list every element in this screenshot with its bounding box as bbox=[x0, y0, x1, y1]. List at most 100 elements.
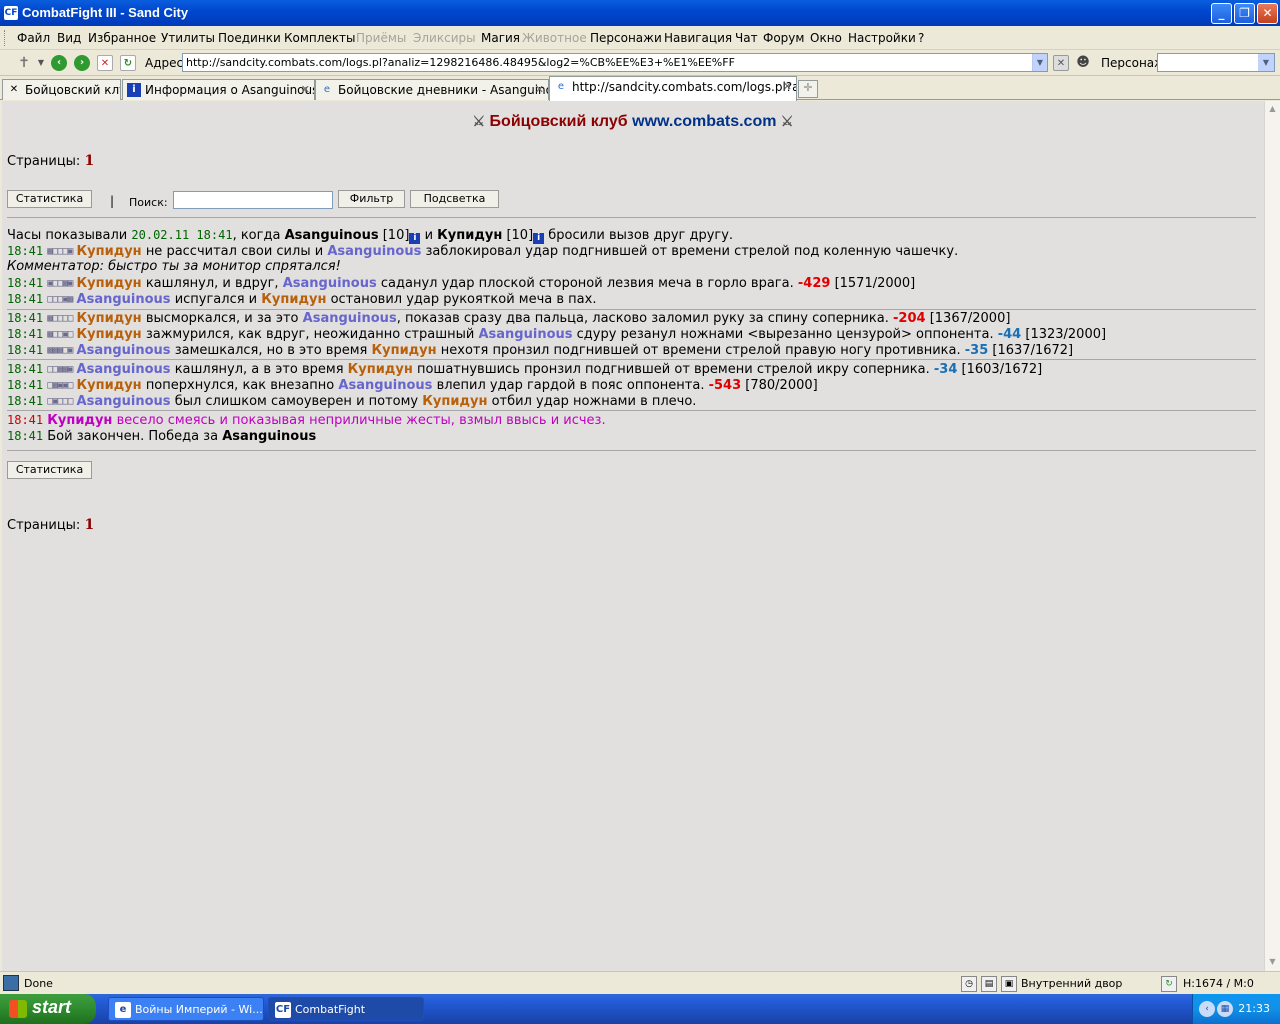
menu-chat[interactable]: Чат bbox=[735, 31, 758, 45]
fighter-kupidun[interactable]: Купидун bbox=[77, 244, 142, 259]
back-icon[interactable]: ‹ bbox=[51, 55, 67, 71]
stats-button[interactable]: Статистика bbox=[7, 190, 92, 208]
page-number[interactable]: 1 bbox=[84, 517, 94, 533]
fighter-kupidun[interactable]: Купидун bbox=[77, 327, 142, 342]
people-icon[interactable]: ☻ bbox=[1075, 55, 1091, 71]
log-text: бросили вызов друг другу. bbox=[548, 228, 734, 243]
fighter-kupidun[interactable]: Купидун bbox=[348, 362, 413, 377]
map-icon[interactable]: ▣ bbox=[1001, 976, 1017, 992]
fighter-asanguinous[interactable]: Asanguinous bbox=[303, 311, 397, 326]
banner-site-link[interactable]: www.combats.com bbox=[632, 113, 776, 130]
toolbar-grip[interactable] bbox=[4, 30, 7, 46]
chevron-down-icon[interactable]: ▼ bbox=[33, 55, 49, 71]
menu-elixirs: Эликсиры bbox=[413, 31, 476, 45]
address-dropdown-icon[interactable]: ▼ bbox=[1032, 54, 1047, 71]
damage-value: -35 bbox=[964, 343, 989, 358]
clock[interactable]: 21:33 bbox=[1238, 1002, 1270, 1015]
tab-fight-club[interactable]: ✕ Бойцовский клуб bbox=[2, 79, 121, 100]
fighter-kupidun[interactable]: Купидун bbox=[47, 413, 112, 428]
divider bbox=[7, 217, 1256, 218]
menu-view[interactable]: Вид bbox=[57, 31, 81, 45]
scroll-up-icon[interactable]: ▲ bbox=[1265, 101, 1280, 117]
fighter-kupidun[interactable]: Купидун bbox=[371, 343, 436, 358]
menu-window[interactable]: Окно bbox=[810, 31, 842, 45]
menu-forum[interactable]: Форум bbox=[763, 31, 804, 45]
menu-help[interactable]: ? bbox=[918, 31, 924, 45]
tray-expand-icon[interactable]: ‹ bbox=[1199, 1001, 1215, 1017]
refresh-icon[interactable]: ↻ bbox=[120, 55, 136, 71]
fighter-winner[interactable]: Asanguinous bbox=[222, 429, 316, 444]
log-time: 18:41 bbox=[7, 292, 44, 306]
taskbar-item-combatfight[interactable]: CF CombatFight bbox=[268, 997, 424, 1021]
menu-favorites[interactable]: Избранное bbox=[88, 31, 156, 45]
notes-icon[interactable]: ▤ bbox=[981, 976, 997, 992]
close-button[interactable]: ✕ bbox=[1257, 3, 1278, 24]
fighter-level: [10] bbox=[506, 228, 534, 243]
menu-navigation[interactable]: Навигация bbox=[664, 31, 732, 45]
highlight-button[interactable]: Подсветка bbox=[410, 190, 499, 208]
fighter-asanguinous[interactable]: Asanguinous bbox=[327, 244, 421, 259]
fighter-asanguinous[interactable]: Asanguinous bbox=[77, 343, 171, 358]
fighter-asanguinous[interactable]: Asanguinous bbox=[338, 378, 432, 393]
fighter-asanguinous[interactable]: Asanguinous bbox=[77, 292, 171, 307]
fighter-asanguinous[interactable]: Asanguinous bbox=[77, 394, 171, 409]
scroll-down-icon[interactable]: ▼ bbox=[1265, 954, 1280, 970]
fighter-asanguinous[interactable]: Asanguinous bbox=[283, 276, 377, 291]
tab-log[interactable]: e http://sandcity.combats.com/logs.pl?a.… bbox=[549, 76, 797, 101]
search-input[interactable] bbox=[173, 191, 333, 209]
start-button[interactable]: start bbox=[0, 994, 96, 1024]
log-datetime: 20.02.11 18:41 bbox=[131, 228, 233, 242]
network-icon[interactable]: ▦ bbox=[1217, 1001, 1233, 1017]
maximize-button[interactable]: ❐ bbox=[1234, 3, 1255, 24]
taskbar-item-label: Войны Империй - Wi... bbox=[135, 1003, 263, 1016]
stop-icon[interactable]: ✕ bbox=[97, 55, 113, 71]
vertical-scrollbar[interactable]: ▲ ▼ bbox=[1264, 101, 1280, 971]
close-icon[interactable]: ✕ bbox=[783, 80, 792, 93]
character-select[interactable]: ▼ bbox=[1157, 53, 1275, 72]
fighter-kupidun[interactable]: Купидун bbox=[437, 228, 502, 243]
forward-icon[interactable]: › bbox=[74, 55, 90, 71]
address-input[interactable]: http://sandcity.combats.com/logs.pl?anal… bbox=[182, 53, 1048, 72]
hp-value: [1323/2000] bbox=[1025, 327, 1107, 342]
tab-diaries[interactable]: e Бойцовские дневники - Asanguinous ✕ bbox=[315, 79, 549, 100]
menu-utilities[interactable]: Утилиты bbox=[161, 31, 215, 45]
pin-icon[interactable]: ✝ bbox=[16, 55, 32, 71]
tab-info[interactable]: i Информация о Asanguinous ✕ bbox=[122, 79, 315, 100]
menu-duels[interactable]: Поединки bbox=[218, 31, 281, 45]
menu-file[interactable]: Файл bbox=[17, 31, 50, 45]
menu-settings[interactable]: Настройки bbox=[848, 31, 916, 45]
page-status-icon bbox=[3, 975, 19, 991]
menu-kits[interactable]: Комплекты bbox=[284, 31, 356, 45]
fighter-kupidun[interactable]: Купидун bbox=[261, 292, 326, 307]
fighter-kupidun[interactable]: Купидун bbox=[422, 394, 487, 409]
fighter-asanguinous[interactable]: Asanguinous bbox=[77, 362, 171, 377]
menu-characters[interactable]: Персонажи bbox=[590, 31, 662, 45]
log-text: заблокировал удар подгнившей от времени … bbox=[425, 244, 959, 259]
fighter-kupidun[interactable]: Купидун bbox=[77, 276, 142, 291]
log-text: Бой закончен. Победа за bbox=[47, 429, 219, 444]
filter-button[interactable]: Фильтр bbox=[338, 190, 405, 208]
hit-zones-icon: □□□▣▩ bbox=[47, 294, 73, 305]
close-icon[interactable]: ✕ bbox=[535, 83, 544, 96]
hp-value: [1603/1672] bbox=[961, 362, 1043, 377]
stats-button-bottom[interactable]: Статистика bbox=[7, 461, 92, 479]
hit-zones-icon: ▣□□▩▣ bbox=[47, 278, 73, 289]
refresh-icon[interactable]: ↻ bbox=[1161, 976, 1177, 992]
fighter-asanguinous[interactable]: Asanguinous bbox=[478, 327, 572, 342]
fighter-kupidun[interactable]: Купидун bbox=[77, 311, 142, 326]
log-time: 18:41 bbox=[7, 362, 44, 376]
log-entry: 18:41 □▣□□□ Asanguinous был слишком само… bbox=[7, 393, 1257, 410]
fighter-kupidun[interactable]: Купидун bbox=[77, 378, 142, 393]
clock-icon[interactable]: ◷ bbox=[961, 976, 977, 992]
close-icon[interactable]: ✕ bbox=[301, 83, 310, 96]
log-text: нехотя пронзил подгнившей от времени стр… bbox=[440, 343, 961, 358]
page-number[interactable]: 1 bbox=[84, 153, 94, 169]
minimize-button[interactable]: _ bbox=[1211, 3, 1232, 24]
taskbar-item-wars[interactable]: e Войны Империй - Wi... bbox=[108, 997, 264, 1021]
fighter-asanguinous[interactable]: Asanguinous bbox=[285, 228, 379, 243]
clear-icon[interactable]: ✕ bbox=[1053, 55, 1069, 71]
menu-magic[interactable]: Магия bbox=[481, 31, 520, 45]
new-tab-button[interactable]: ✛ bbox=[798, 80, 818, 98]
window-titlebar[interactable]: CF CombatFight III - Sand City _ ❐ ✕ bbox=[0, 0, 1280, 26]
banner-club-name: Бойцовский клуб bbox=[489, 113, 628, 130]
